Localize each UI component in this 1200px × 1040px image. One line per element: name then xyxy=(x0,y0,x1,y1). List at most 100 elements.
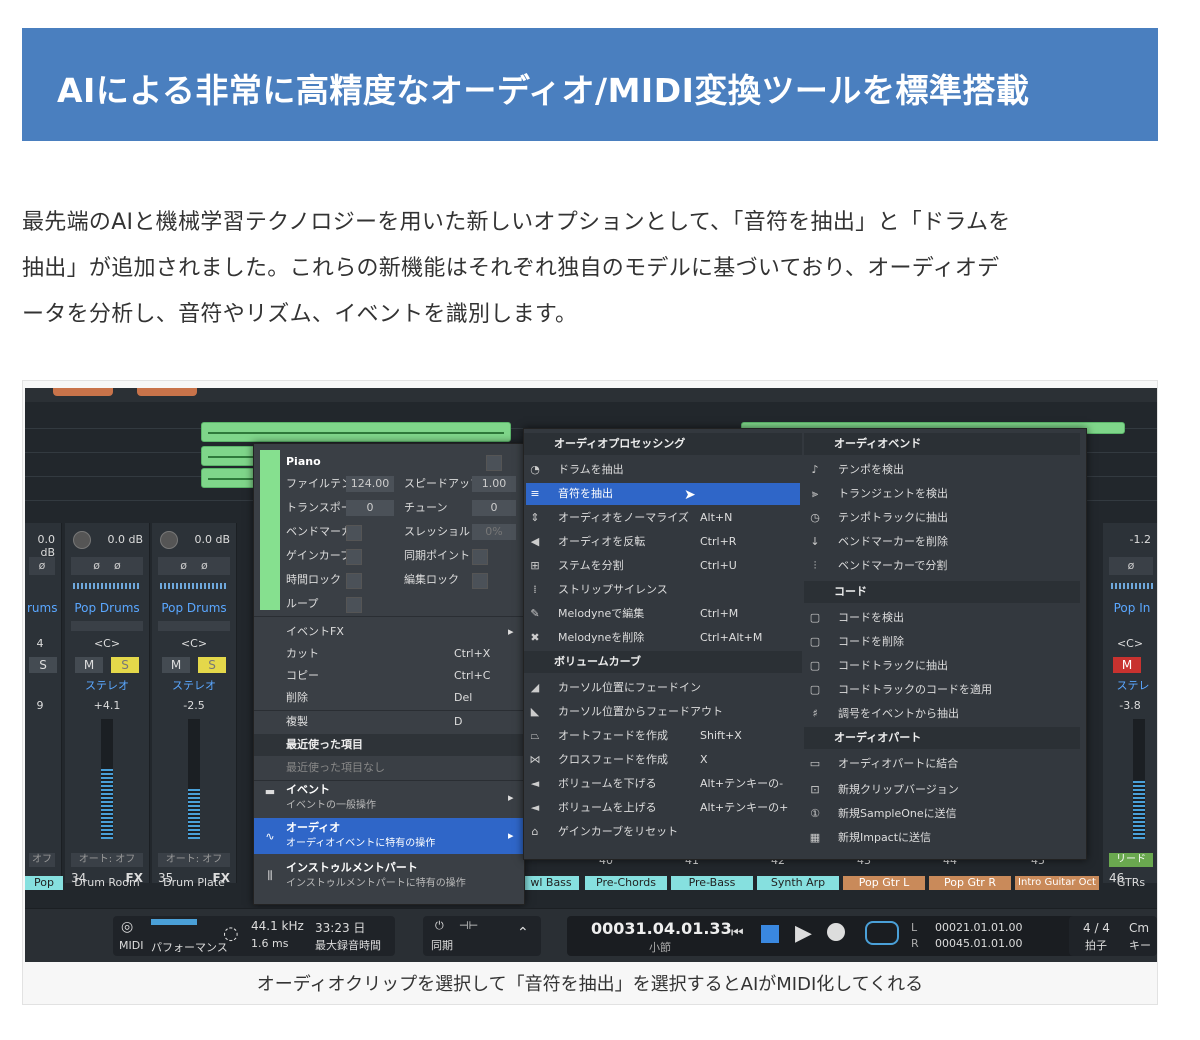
mute-button[interactable]: M xyxy=(75,657,103,673)
menu-item-fade-in[interactable]: ◢ カーソル位置にフェードイン xyxy=(528,677,798,699)
phase-button[interactable]: ø ø xyxy=(158,557,230,575)
menu-item-extract-chord-track[interactable]: ▢ コードトラックに抽出 xyxy=(808,655,1078,677)
phase-button[interactable]: ø xyxy=(1109,557,1153,575)
menu-item-duplicate[interactable]: 複製 xyxy=(286,712,308,732)
power-icon[interactable]: ⏻ xyxy=(435,919,444,933)
automation-mode[interactable]: オート: オフ xyxy=(158,853,230,867)
menu-item-detect-chords[interactable]: ▢ コードを検出 xyxy=(808,607,1078,629)
menu-item-detect-transients[interactable]: ⫸ トランジェントを検出 xyxy=(808,483,1078,505)
speed-field[interactable]: 1.00 xyxy=(472,476,516,492)
menu-item-split-stems[interactable]: ⊞ ステムを分割 Ctrl+U xyxy=(528,555,798,577)
menu-item-extract-notes[interactable]: ≡ 音符を抽出 xyxy=(528,483,798,505)
track-name-tab[interactable]: Pop xyxy=(25,876,63,890)
track-name-tab[interactable]: GTRs xyxy=(1105,876,1157,890)
position-unit[interactable]: 小節 xyxy=(649,939,671,955)
menu-item-cut[interactable]: カット xyxy=(286,644,319,664)
automation-mode[interactable]: オート: オフ xyxy=(71,853,143,867)
file-tempo-field[interactable]: 124.00 xyxy=(346,476,394,492)
menu-group-desc: インストゥルメントパートに特有の操作 xyxy=(286,878,466,889)
menu-item-normalize[interactable]: ⇕ オーディオをノーマライズ Alt+N xyxy=(528,507,798,529)
tune-field[interactable]: 0 xyxy=(472,500,516,516)
track-name-tab[interactable]: Pre-Bass xyxy=(671,876,753,890)
menu-item-delete[interactable]: 削除 xyxy=(286,688,308,708)
automation-mode[interactable]: オフ xyxy=(29,853,55,867)
menu-item-reset-gain[interactable]: ⌂ ゲインカーブをリセット xyxy=(528,821,798,843)
track-name-tab[interactable]: Pop Gtr L xyxy=(843,876,925,890)
menu-item-reverse[interactable]: ◀ オーディオを反転 Ctrl+R xyxy=(528,531,798,553)
solo-button[interactable]: S xyxy=(198,657,226,673)
transpose-field[interactable]: 0 xyxy=(346,500,394,516)
loop-end[interactable]: 00045.01.01.00 xyxy=(935,937,1022,950)
chevron-up-icon[interactable]: ⌃ xyxy=(517,925,529,941)
phase-button[interactable]: ø xyxy=(29,557,55,575)
track-name-tab[interactable]: wl Bass xyxy=(523,876,579,890)
menu-item-volume-up[interactable]: ◄ ボリュームを上げる Alt+テンキーの+ xyxy=(528,797,798,819)
menu-item-extract-tempo-track[interactable]: ◷ テンポトラックに抽出 xyxy=(808,507,1078,529)
menu-item-send-sampleone[interactable]: ① 新規SampleOneに送信 xyxy=(808,803,1078,825)
mute-button[interactable]: M xyxy=(162,657,190,673)
track-name-tab[interactable]: Pop Gtr R xyxy=(929,876,1011,890)
record-button[interactable] xyxy=(827,923,845,941)
track-name-tab[interactable]: Intro Guitar Oct xyxy=(1015,876,1099,890)
audio-clip[interactable] xyxy=(201,422,511,442)
phase-button[interactable]: ø ø xyxy=(71,557,143,575)
menu-item-crossfade[interactable]: ⋈ クロスフェードを作成 X xyxy=(528,749,798,771)
menu-item-new-clip-version[interactable]: ⊡ 新規クリップバージョン xyxy=(808,779,1078,801)
audio-processing-header: オーディオプロセッシング xyxy=(524,433,802,455)
menu-item-event-fx[interactable]: イベントFX xyxy=(286,622,344,642)
loop-button[interactable] xyxy=(865,921,899,945)
solo-button[interactable]: S xyxy=(29,657,57,673)
strip-input-name[interactable]: Pop In xyxy=(1107,601,1157,617)
automation-mode[interactable]: リード xyxy=(1109,853,1153,867)
sync-point-checkbox[interactable] xyxy=(472,549,488,565)
menu-item-apply-chord-track[interactable]: ▢ コードトラックのコードを適用 xyxy=(808,679,1078,701)
solo-button[interactable]: S xyxy=(111,657,139,673)
menu-item-auto-fade[interactable]: ⏢ オートフェードを作成 Shift+X xyxy=(528,725,798,747)
bend-marker-checkbox[interactable] xyxy=(346,525,362,541)
menu-item-melodyne-remove[interactable]: ✖ Melodyneを削除 Ctrl+Alt+M xyxy=(528,627,798,649)
track-name-tab[interactable]: Drum Room xyxy=(65,876,149,890)
pan-slider[interactable] xyxy=(71,621,143,631)
menu-item-copy[interactable]: コピー xyxy=(286,666,319,686)
key-signature[interactable]: Cm xyxy=(1129,921,1149,935)
edit-lock-checkbox[interactable] xyxy=(472,573,488,589)
stop-button[interactable] xyxy=(761,925,779,943)
loop-start[interactable]: 00021.01.01.00 xyxy=(935,921,1022,934)
menu-item-send-impact[interactable]: ▦ 新規Impactに送信 xyxy=(808,827,1078,849)
menu-item-melodyne-edit[interactable]: ✎ Melodyneで編集 Ctrl+M xyxy=(528,603,798,625)
menu-item-detect-tempo[interactable]: ♪ テンポを検出 xyxy=(808,459,1078,481)
menu-item-merge-audio-part[interactable]: ▭ オーディオパートに結合 xyxy=(808,753,1078,775)
menu-item-split-at-bend[interactable]: ⫶ ベンドマーカーで分割 xyxy=(808,555,1078,577)
menu-item-strip-silence[interactable]: ⁞ ストリップサイレンス xyxy=(528,579,798,601)
menu-item-extract-drums[interactable]: ◔ ドラムを抽出 xyxy=(528,459,798,481)
event-checkbox[interactable] xyxy=(486,455,502,471)
menu-item-volume-down[interactable]: ◄ ボリュームを下げる Alt+テンキーの- xyxy=(528,773,798,795)
melodyne-icon: ✎ xyxy=(530,607,540,620)
mute-button[interactable]: M xyxy=(1113,657,1141,673)
volume-fader[interactable] xyxy=(1133,719,1145,839)
volume-fader[interactable] xyxy=(188,719,200,839)
track-name-tab[interactable]: Pre-Chords xyxy=(585,876,667,890)
metronome-icon[interactable]: ⊣⊢ xyxy=(459,919,478,932)
track-name-tab[interactable]: Synth Arp xyxy=(757,876,839,890)
strip-input-name[interactable]: Pop Drums xyxy=(156,601,232,617)
track-name-tab[interactable]: Drum Plate xyxy=(152,876,236,890)
time-lock-checkbox[interactable] xyxy=(346,573,362,589)
pan-slider[interactable] xyxy=(158,621,230,631)
gain-curve-checkbox[interactable] xyxy=(346,549,362,565)
volume-fader[interactable] xyxy=(101,719,113,839)
sample-rate: 44.1 kHz xyxy=(251,919,304,933)
strip-input-name[interactable]: rums xyxy=(27,601,57,617)
menu-item-extract-key[interactable]: ♯ 調号をイベントから抽出 xyxy=(808,703,1078,725)
play-icon[interactable]: ▶ xyxy=(795,921,812,946)
menu-item-remove-chords[interactable]: ▢ コードを削除 xyxy=(808,631,1078,653)
time-signature[interactable]: 4 / 4 xyxy=(1083,921,1110,935)
loop-checkbox[interactable] xyxy=(346,597,362,613)
gain-curve-label: ゲインカーブ xyxy=(286,549,352,562)
strip-input-name[interactable]: Pop Drums xyxy=(69,601,145,617)
menu-item-fade-out[interactable]: ◣ カーソル位置からフェードアウト xyxy=(528,701,798,723)
position-display[interactable]: 00031.04.01.33 xyxy=(591,919,732,938)
menu-item-remove-bend-markers[interactable]: ↓ ベンドマーカーを削除 xyxy=(808,531,1078,553)
threshold-field[interactable]: 0% xyxy=(472,524,516,540)
rewind-icon[interactable]: ⏮ xyxy=(731,925,744,941)
